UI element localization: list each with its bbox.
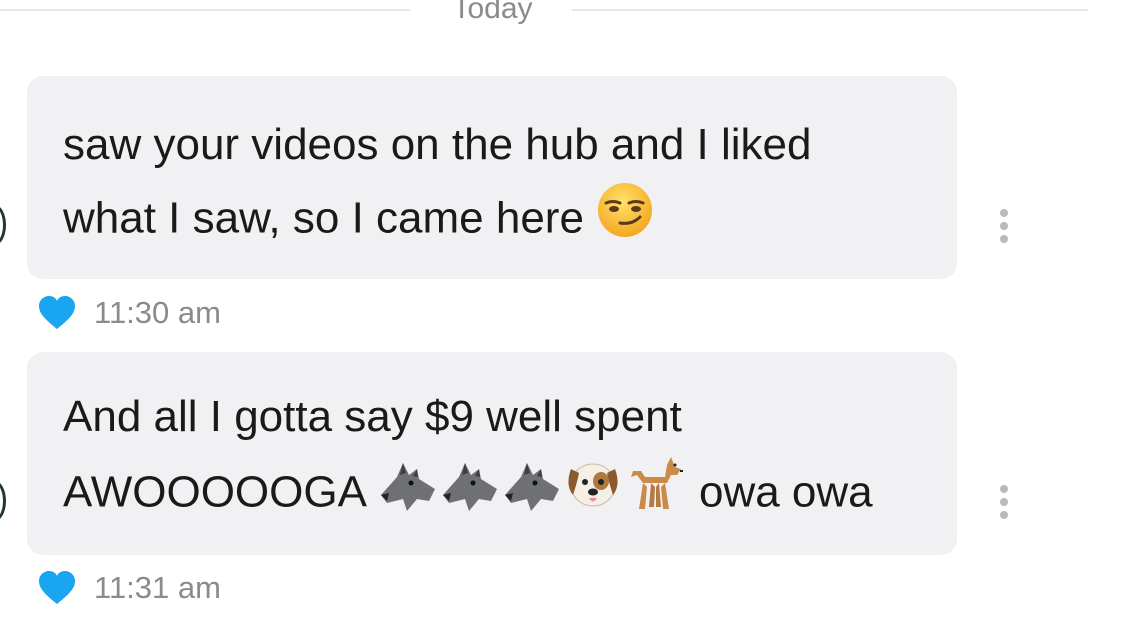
dog-icon	[623, 453, 687, 537]
heart-icon[interactable]	[38, 571, 76, 605]
message-timestamp: 11:30 am	[94, 295, 221, 330]
heart-icon[interactable]	[38, 296, 76, 330]
wolf-icon	[439, 455, 501, 535]
divider-line-left	[0, 9, 410, 11]
message-text-line: saw your videos on the hub and I liked	[63, 120, 812, 169]
avatar[interactable]	[0, 481, 6, 521]
dog-face-icon	[563, 455, 623, 535]
message-text-line: And all I gotta say $9 well spent	[63, 392, 682, 441]
message-bubble[interactable]: saw your videos on the hub and I liked w…	[27, 76, 957, 279]
message-meta: 11:31 am	[38, 568, 221, 608]
wolf-icon	[501, 455, 563, 535]
smirking-face-icon	[596, 181, 654, 261]
message-meta: 11:30 am	[38, 293, 221, 333]
more-options-icon[interactable]	[996, 209, 1012, 243]
more-options-icon[interactable]	[996, 485, 1012, 519]
wolf-icon	[377, 455, 439, 535]
divider-line-right	[572, 9, 1088, 11]
divider-label: Today	[452, 0, 533, 25]
avatar[interactable]	[0, 205, 6, 245]
message-text-line: what I saw, so I came here	[63, 181, 921, 261]
message-timestamp: 11:31 am	[94, 570, 221, 605]
message-bubble[interactable]: And all I gotta say $9 well spent AWOOOO…	[27, 352, 957, 555]
message-text-line: AWOOOOOGA owa owa	[63, 453, 921, 537]
